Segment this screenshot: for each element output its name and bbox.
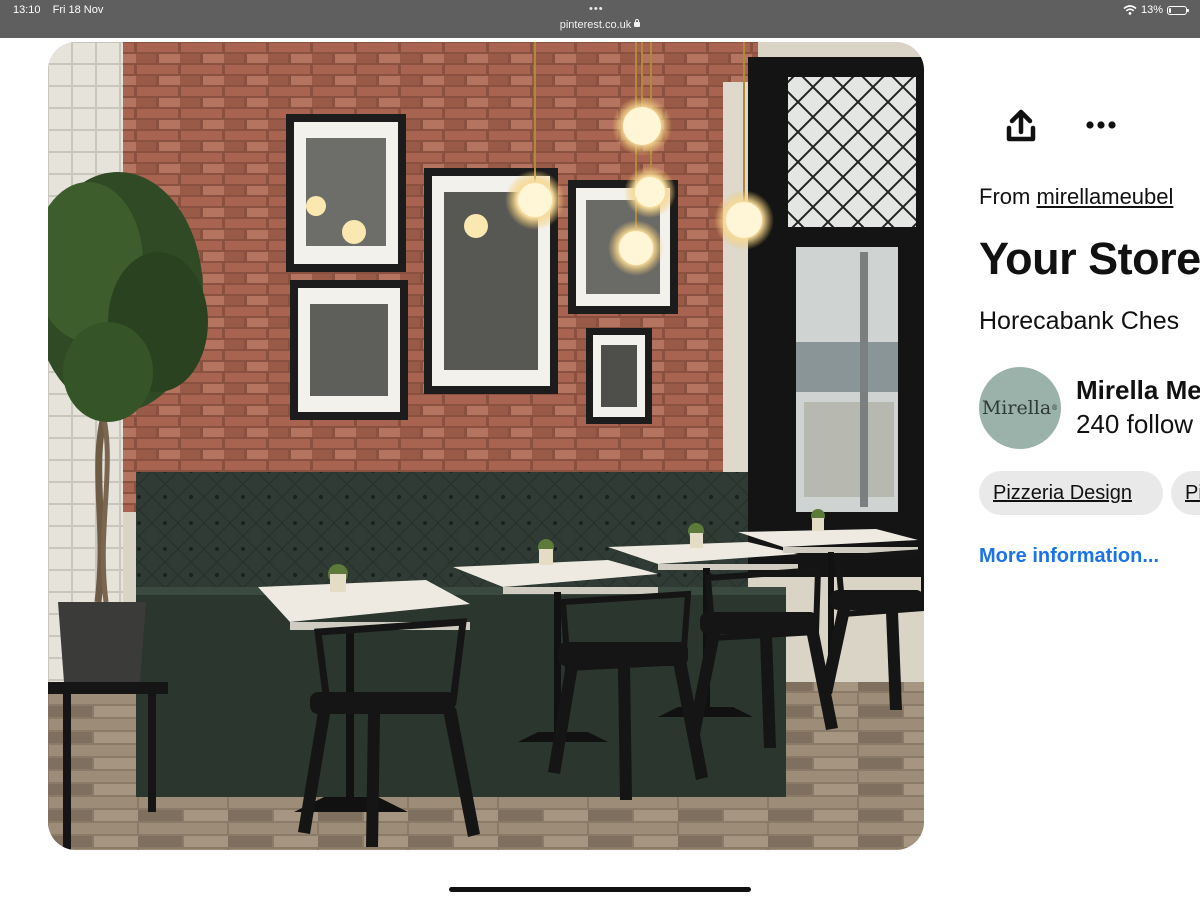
- creator-name[interactable]: Mirella Me: [1076, 375, 1200, 406]
- pin-source: From mirellameubel: [979, 184, 1173, 210]
- lock-icon: [634, 19, 641, 27]
- more-information-link[interactable]: More information...: [979, 545, 1159, 568]
- battery-percent: 13%: [1140, 4, 1163, 16]
- home-indicator[interactable]: [449, 887, 751, 892]
- tag-label: Pi: [1185, 481, 1200, 504]
- wifi-icon: [1123, 5, 1137, 15]
- pin-detail-panel: From mirellameubel Your Store Horecabank…: [979, 40, 1200, 600]
- pin-image[interactable]: [48, 42, 924, 850]
- status-bar: 13:10 Fri 18 Nov ••• pinterest.co.uk 13%: [0, 0, 1200, 38]
- pin-title: Your Store: [979, 233, 1200, 284]
- status-time: 13:10: [13, 4, 41, 16]
- status-left: 13:10 Fri 18 Nov: [13, 4, 112, 16]
- more-options-button[interactable]: [1081, 110, 1121, 140]
- url-text: pinterest.co.uk: [559, 19, 632, 31]
- tag-label: Pizzeria Design: [993, 481, 1132, 504]
- status-right: 13%: [1123, 4, 1189, 16]
- creator-avatar[interactable]: Mirella ®: [979, 367, 1061, 449]
- share-button[interactable]: [1001, 106, 1041, 146]
- address-bar[interactable]: pinterest.co.uk: [0, 19, 1200, 31]
- avatar-logo-text: Mirella: [981, 397, 1052, 419]
- more-options-icon: [1086, 121, 1116, 129]
- multitask-dots-icon[interactable]: •••: [589, 3, 604, 15]
- share-upload-icon: [1006, 109, 1036, 142]
- source-link[interactable]: mirellameubel: [1036, 184, 1173, 209]
- source-prefix: From: [979, 184, 1037, 209]
- creator-followers: 240 follow: [1076, 409, 1194, 439]
- tag-second[interactable]: Pi: [1171, 471, 1200, 515]
- battery-icon: [1167, 5, 1189, 15]
- status-date: Fri 18 Nov: [52, 4, 104, 16]
- pin-description: Horecabank Ches: [979, 307, 1180, 335]
- tag-pizzeria-design[interactable]: Pizzeria Design: [979, 471, 1163, 515]
- avatar-logo-mark: ®: [1051, 404, 1059, 412]
- cafe-interior-photo: [48, 42, 924, 850]
